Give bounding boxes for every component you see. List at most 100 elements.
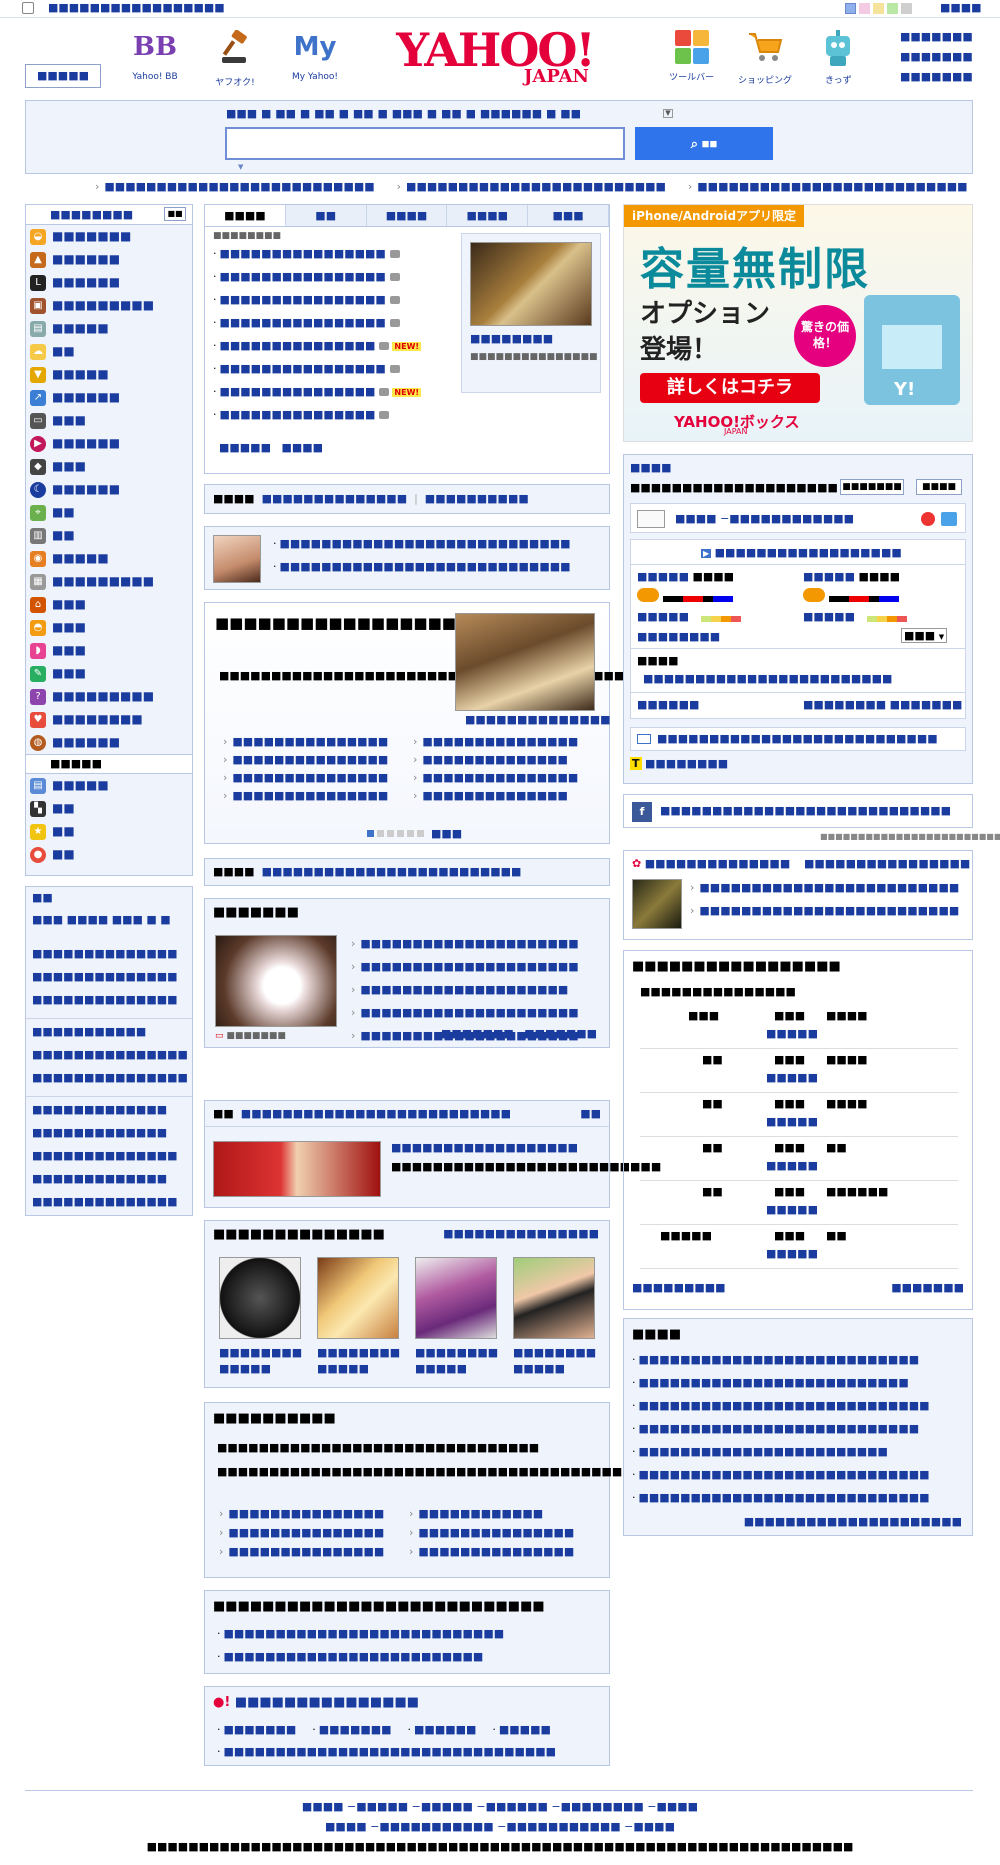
feature-link[interactable]: ■■■■■■■■■■■■■■ bbox=[413, 753, 603, 766]
schedule-link[interactable]: ■■■■■ bbox=[766, 1159, 818, 1172]
sidebar2-link[interactable]: ■■■■■■■■■■■■■■ bbox=[32, 1149, 186, 1172]
theme-blue-swatch[interactable] bbox=[845, 3, 856, 14]
login-button[interactable]: ■■■■■■■ bbox=[840, 479, 904, 495]
sidebar2-link[interactable]: ■■■■■■■■■■■■■■ bbox=[32, 947, 186, 970]
promo-link[interactable]: ■■■■■■■■■■■■■■■■■■■■■■■■■■ bbox=[688, 180, 967, 193]
top-right-link[interactable]: ■■■■ bbox=[940, 1, 982, 14]
sidebar2-title[interactable]: ■■ bbox=[32, 891, 186, 913]
tv-title[interactable]: ■■■■■■■■■■■■■■■■■■ bbox=[391, 1141, 578, 1154]
sidebar-item-auction[interactable]: ▲ ■■■■■■ bbox=[30, 248, 192, 271]
register-button[interactable]: ■■■■ bbox=[916, 479, 962, 495]
schedule-row[interactable]: ■■ ■■■ ■■ ■■■■■ bbox=[640, 1137, 958, 1181]
column-link[interactable]: ■■■■■■■■■■■■■■■ bbox=[409, 1545, 599, 1558]
feature-link[interactable]: ■■■■■■■■■■■■■■■ bbox=[223, 753, 413, 766]
sidebar-item-video[interactable]: ▶ ■■■■■■ bbox=[30, 432, 192, 455]
search-options-arrow[interactable]: ▼ bbox=[238, 163, 243, 171]
right-news-link[interactable]: ■■■■■■■■■■■■■■■■■■■■■■■■■■■■ bbox=[632, 1468, 930, 1491]
home-icon[interactable] bbox=[22, 2, 34, 14]
video-link[interactable]: ■■■■■■■■■■■■■■■■■■■■ bbox=[351, 983, 579, 1006]
info-bar-link[interactable]: ■■■■■■■■■■■■■■■■■■■■■■■■■ bbox=[262, 865, 522, 878]
sidebar2-link[interactable]: ■■■■■■■■■■■■■ bbox=[32, 1126, 186, 1149]
celebrity-link[interactable]: ■■■■■■■■■■■■■■■■■■■■■■■■■■■■ bbox=[273, 537, 571, 560]
sidebar2-link[interactable]: ■■■■■■■■■■■■■■■ bbox=[32, 1048, 188, 1071]
sidebar-item-gourmet[interactable]: ◉ ■■■■■ bbox=[30, 547, 192, 570]
promo-link[interactable]: ■■■■■■■■■■■■■■■■■■■■■■■■■■ bbox=[95, 180, 374, 193]
celebrity-photo[interactable] bbox=[213, 535, 261, 583]
bottom-link[interactable]: ■■■■■■■■■■■■■■■■■■■■■■■■■■■■■■■■ bbox=[217, 1745, 557, 1758]
footer-links-1[interactable]: ■■■■ −■■■■■ −■■■■■ −■■■■■■ −■■■■■■■■ −■■… bbox=[0, 1800, 1000, 1813]
sidebar-item-realestate[interactable]: ⌂ ■■■ bbox=[30, 593, 192, 616]
sidebar-item-learning[interactable]: ✎ ■■■ bbox=[30, 662, 192, 685]
feature-caption[interactable]: ■■■■■■■■■■■■■■ bbox=[465, 713, 611, 726]
feature-title[interactable]: ■■■■■■■■■■■■■■■■■■■■■■ bbox=[215, 613, 527, 633]
chevron-down-icon[interactable]: ▼ bbox=[663, 109, 673, 118]
news-more-link[interactable]: ■■■■■ bbox=[219, 441, 271, 454]
feature-photo[interactable] bbox=[455, 613, 595, 711]
feature-link[interactable]: ■■■■■■■■■■■■■■ bbox=[413, 789, 603, 802]
area-link[interactable]: ■■■■■■■■■■■■■■■■■■■■■■■■ bbox=[643, 672, 892, 685]
news-item[interactable]: ■■■■■■■■■■■■■■■■ bbox=[213, 247, 443, 270]
banner-cta-button[interactable]: 詳しくはコチラ bbox=[640, 373, 820, 403]
column-line[interactable]: ■■■■■■■■■■■■■■■■■■■■■■■■■■■■■■■ bbox=[217, 1439, 602, 1457]
feature-link[interactable]: ■■■■■■■■■■■■■■■ bbox=[223, 735, 413, 748]
header-right-link[interactable]: ■■■■■■■ bbox=[900, 30, 973, 50]
tv-more[interactable]: ■■ bbox=[580, 1107, 601, 1120]
sidebar-item-lohaco[interactable]: L ■■■■■■ bbox=[30, 271, 192, 294]
home-link[interactable]: ■■■■■■■■■■■■■■■■■ bbox=[48, 1, 225, 14]
video-thumbnail[interactable] bbox=[215, 935, 337, 1027]
bottom-link[interactable]: ■■■■■■■ bbox=[312, 1723, 392, 1736]
column-link[interactable]: ■■■■■■■■■■■■■■■ bbox=[409, 1526, 599, 1539]
tv-thumbnail[interactable] bbox=[213, 1141, 381, 1197]
ranking-link[interactable]: ■■■■■■■■■■■■■■■■■■■■■■■■■■■ bbox=[217, 1627, 505, 1650]
shopping-item[interactable]: ■■■■■■■■ ■■■■■ bbox=[415, 1257, 499, 1377]
sidebar2-line[interactable]: ■■■ ■■■■ ■■■ ■ ■ bbox=[32, 913, 186, 947]
prefecture-select[interactable]: ■■■ ▼ bbox=[901, 628, 948, 643]
service-toolbar[interactable]: ツールバー bbox=[655, 30, 728, 92]
right-news-link[interactable]: ■■■■■■■■■■■■■■■■■■■■■■■■■■ bbox=[632, 1376, 930, 1399]
theme-green-swatch[interactable] bbox=[887, 3, 898, 14]
sidebar-item-movies[interactable]: ▚ ■■ bbox=[30, 797, 192, 820]
news-item[interactable]: ■■■■■■■■■■■■■■■■ bbox=[213, 293, 443, 316]
mail-row[interactable]: ■■■■ −■■■■■■■■■■■■ bbox=[630, 503, 966, 533]
sidebar-item-auto[interactable]: ◓ ■■■ bbox=[30, 616, 192, 639]
facebook-icon[interactable]: f bbox=[632, 802, 652, 822]
news-item[interactable]: ■■■■■■■■■■■■■■■■ bbox=[213, 316, 443, 339]
sidebar-item-fortune[interactable]: ☾ ■■■■■■ bbox=[30, 478, 192, 501]
sidebar2-link[interactable]: ■■■■■■■■■■■■■■ bbox=[32, 993, 186, 1016]
search-button[interactable]: ⌕ ■■ bbox=[635, 127, 773, 160]
schedule-link[interactable]: ■■■■■ bbox=[766, 1115, 818, 1128]
service-auction[interactable]: ヤフオク! bbox=[195, 29, 275, 92]
yahoo-logo[interactable]: YAHOO! JAPAN bbox=[385, 26, 605, 90]
schedule-row[interactable]: ■■ ■■■ ■■■■ ■■■■■ bbox=[640, 1093, 958, 1137]
feature-link[interactable]: ■■■■■■■■■■■■■■■ bbox=[223, 771, 413, 784]
feature-pager[interactable]: ■■■ bbox=[367, 827, 462, 840]
right-news-link[interactable]: ■■■■■■■■■■■■■■■■■■■■■■■■■■■ bbox=[632, 1422, 930, 1445]
schedule-row[interactable]: ■■ ■■■ ■■■■■■ ■■■■■ bbox=[640, 1181, 958, 1225]
column-link[interactable]: ■■■■■■■■■■■■ bbox=[409, 1507, 599, 1520]
sidebar2-link[interactable]: ■■■■■■■■■■■■■ bbox=[32, 1103, 186, 1126]
column-line[interactable]: ■■■■■■■■■■■■■■■■■■■■■■■■■■■■■■■■■■■■■■■■… bbox=[217, 1463, 789, 1481]
bottom-link[interactable]: ■■■■■■■ bbox=[217, 1723, 297, 1736]
traffic-row[interactable]: ■■■■■■■■■■■■■■■■■■■■■■■■■■■ bbox=[630, 727, 966, 751]
set-homepage-button[interactable]: ■■■■■ bbox=[25, 64, 101, 88]
feature-link[interactable]: ■■■■■■■■■■■■■■■ bbox=[223, 789, 413, 802]
topics-link[interactable]: ■■■■■■■■■■ bbox=[425, 492, 529, 505]
video-link[interactable]: ■■■■■■■■■■■■■■■■■■■■■ bbox=[351, 937, 578, 960]
header-right-link[interactable]: ■■■■■■■ bbox=[900, 70, 973, 90]
sidebar2-link[interactable]: ■■■■■■■■■■■■■■■ bbox=[32, 1071, 188, 1094]
feature-link[interactable]: ■■■■■■■■■■■■■■■ bbox=[413, 771, 603, 784]
news-item[interactable]: ■■■■■■■■■■■■■■■ bbox=[213, 408, 443, 431]
sidebar2-link[interactable]: ■■■■■■■■■■■■■■ bbox=[32, 970, 186, 993]
bottom-link[interactable]: ■■■■■ bbox=[492, 1723, 551, 1736]
schedule-link[interactable]: ■■■■■ bbox=[766, 1203, 818, 1216]
news-photo-card[interactable]: ■■■■■■■■ ■■■■■■■■■■■■■■■ bbox=[461, 233, 601, 393]
sidebar-item-transit[interactable]: ▥ ■■ bbox=[30, 524, 192, 547]
news-item[interactable]: ■■■■■■■■■■■■■■■NEW! bbox=[213, 385, 443, 408]
feature-link[interactable]: ■■■■■■■■■■■■■■■ bbox=[413, 735, 603, 748]
tab-entertainment[interactable]: ■■■■ bbox=[447, 205, 529, 226]
news-more-link[interactable]: ■■■■ bbox=[281, 441, 323, 454]
shopping-more[interactable]: ■■■■■■■■■■■■■■■ bbox=[443, 1227, 599, 1240]
theme-pink-swatch[interactable] bbox=[859, 3, 870, 14]
tpoint-row[interactable]: T ■■■■■■■■ bbox=[630, 757, 728, 770]
game-link[interactable]: ■■■■■■■■■■■■■■■■■■■■■■■■■ bbox=[690, 904, 959, 927]
